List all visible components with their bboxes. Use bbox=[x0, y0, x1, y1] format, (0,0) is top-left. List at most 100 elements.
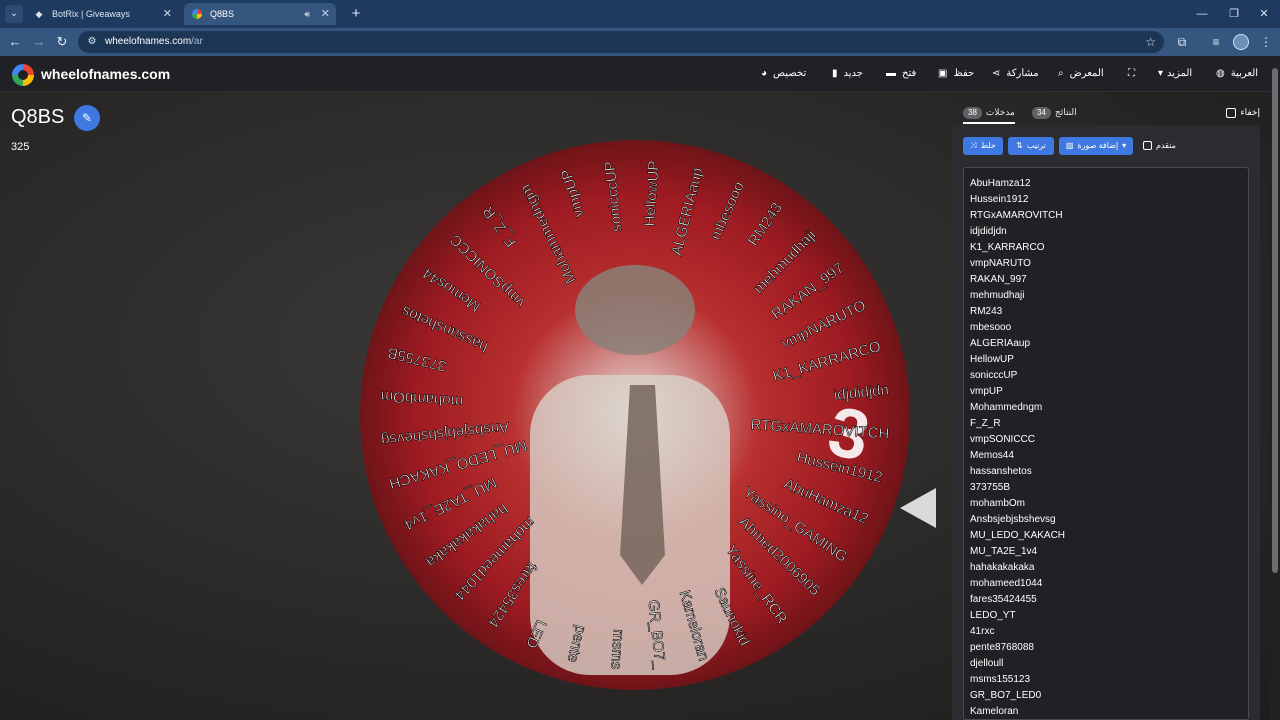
entry-line[interactable]: mohameed1044 bbox=[970, 576, 1242, 592]
tab-search-button[interactable]: ⌄ bbox=[5, 5, 23, 23]
entry-line[interactable]: Ansbsjebjsbshevsg bbox=[970, 512, 1242, 528]
entry-line[interactable]: Memos44 bbox=[970, 448, 1242, 464]
site-logo-text[interactable]: wheelofnames.com bbox=[41, 56, 170, 92]
pencil-icon: ✎ bbox=[81, 111, 93, 125]
entry-line[interactable]: F_Z_R bbox=[970, 416, 1242, 432]
back-arrow-icon[interactable]: ← bbox=[5, 32, 25, 52]
wheel[interactable]: 3 AbuHamza12 Yassino_GAMING Ahmed2006905 Ya… bbox=[355, 135, 915, 695]
search-icon: ⌕ bbox=[1058, 68, 1064, 79]
image-icon: ▨ bbox=[1065, 141, 1074, 150]
entry-line[interactable]: LEDO_YT bbox=[970, 608, 1242, 624]
entry-line[interactable]: GR_BO7_LED0 bbox=[970, 688, 1242, 704]
tab-entries[interactable]: 38 مدخلات bbox=[963, 104, 1015, 124]
entry-line[interactable]: RAKAN_997 bbox=[970, 272, 1242, 288]
botrix-favicon-icon: ◆ bbox=[35, 9, 43, 19]
entry-line[interactable]: RM243 bbox=[970, 304, 1242, 320]
entry-line[interactable]: K1_KARRARCO bbox=[970, 240, 1242, 256]
audio-playing-icon[interactable]: 🔊︎ bbox=[304, 3, 310, 25]
entries-textarea[interactable]: AbuHamza12 Hussein1912 RTGxAMAROVITCH idjdi… bbox=[963, 167, 1249, 720]
browser-menu-icon[interactable]: ⋮ bbox=[1256, 32, 1276, 52]
wheel-pointer bbox=[900, 488, 936, 528]
new-file-icon: ▮ bbox=[832, 68, 838, 79]
entry-line[interactable]: Mohammedngm bbox=[970, 400, 1242, 416]
close-tab-icon[interactable]: ✕ bbox=[163, 3, 172, 25]
wheel-count: 325 bbox=[11, 141, 30, 153]
entry-line[interactable]: vmpNARUTO bbox=[970, 256, 1242, 272]
entry-line[interactable]: MU_LEDO_KAKACH bbox=[970, 528, 1242, 544]
restore-icon[interactable]: ❐ bbox=[1218, 4, 1250, 24]
folder-icon: ▬ bbox=[886, 68, 896, 79]
entry-line[interactable]: mohambOm bbox=[970, 496, 1242, 512]
extensions-icon[interactable]: ⧉ bbox=[1172, 32, 1192, 52]
close-tab-icon[interactable]: ✕ bbox=[321, 3, 330, 25]
wheel-title[interactable]: Q8BS bbox=[11, 106, 64, 129]
language-button[interactable]: ◍ العربية bbox=[1216, 56, 1258, 92]
wheel-graphic[interactable]: 3 AbuHamza12Yassino_GAMINGAhmed2006905Ya… bbox=[355, 135, 915, 695]
entry-line[interactable]: djelloull bbox=[970, 656, 1242, 672]
shuffle-button[interactable]: ⤨ خلط bbox=[963, 137, 1003, 155]
reload-icon[interactable]: ↻ bbox=[52, 32, 72, 52]
add-image-button[interactable]: ▨ إضافة صورة ▾ bbox=[1059, 137, 1133, 155]
entry-line[interactable]: AbuHamza12 bbox=[970, 176, 1242, 192]
entry-line[interactable]: idjdidjdn bbox=[970, 224, 1242, 240]
entry-line[interactable]: HellowUP bbox=[970, 352, 1242, 368]
media-control-icon[interactable]: ≡ bbox=[1206, 32, 1226, 52]
customize-button[interactable]: ◕ تخصيص bbox=[761, 56, 806, 92]
url-text[interactable]: wheelofnames.com/ar bbox=[105, 31, 203, 53]
sort-button[interactable]: ⇅ ترتيب bbox=[1008, 137, 1054, 155]
entry-line[interactable]: hahakakakaka bbox=[970, 560, 1242, 576]
site-info-icon[interactable]: ⚙ bbox=[86, 36, 98, 48]
hide-checkbox[interactable] bbox=[1226, 107, 1237, 118]
advanced-checkbox[interactable] bbox=[1143, 141, 1152, 151]
entry-line[interactable]: mbesooo bbox=[970, 320, 1242, 336]
tab-title: Q8BS bbox=[210, 9, 235, 19]
page-scrollbar[interactable] bbox=[1270, 56, 1280, 720]
entry-line[interactable]: pente8768088 bbox=[970, 640, 1242, 656]
more-menu-button[interactable]: ▾ المزيد bbox=[1158, 56, 1192, 92]
entry-line[interactable]: Kameloran bbox=[970, 704, 1242, 719]
entry-line[interactable]: fares35424455 bbox=[970, 592, 1242, 608]
wheel-favicon-icon bbox=[192, 9, 202, 19]
entry-line[interactable]: ALGERIAaup bbox=[970, 336, 1242, 352]
save-button[interactable]: ▣ حفظ bbox=[938, 56, 974, 92]
wheel-segment-label: msms bbox=[607, 629, 627, 670]
entry-line[interactable]: mehmudhaji bbox=[970, 288, 1242, 304]
new-tab-button[interactable]: + bbox=[346, 4, 366, 24]
tab-results[interactable]: 34 النتائج bbox=[1032, 104, 1077, 120]
edit-title-button[interactable]: ✎ bbox=[74, 105, 100, 131]
entry-line[interactable]: RTGxAMAROVITCH bbox=[970, 208, 1242, 224]
share-button[interactable]: ⋖ مشاركة bbox=[992, 56, 1039, 92]
new-button[interactable]: ▮ جديد bbox=[832, 56, 863, 92]
entry-line[interactable]: vmpUP bbox=[970, 384, 1242, 400]
entries-panel-body: ⤨ خلط ⇅ ترتيب ▨ إضافة صورة ▾ متقدم AbuHamza1… bbox=[952, 125, 1260, 720]
entry-line[interactable]: Hussein1912 bbox=[970, 192, 1242, 208]
address-bar[interactable]: ⚙ wheelofnames.com/ar ☆ bbox=[78, 31, 1164, 53]
fullscreen-icon: ⛶ bbox=[1128, 68, 1135, 79]
entry-line[interactable]: vmpSONICCC bbox=[970, 432, 1242, 448]
entry-line[interactable]: hassanshetos bbox=[970, 464, 1242, 480]
gallery-button[interactable]: ⌕ المعرض bbox=[1058, 56, 1104, 92]
close-window-icon[interactable]: ✕ bbox=[1248, 4, 1280, 24]
profile-avatar[interactable] bbox=[1233, 34, 1249, 50]
entry-line[interactable]: msms155123 bbox=[970, 672, 1242, 688]
browser-tab-q8bs[interactable]: Q8BS 🔊︎ ✕ bbox=[184, 3, 336, 25]
bookmark-star-icon[interactable]: ☆ bbox=[1145, 31, 1156, 53]
advanced-toggle[interactable]: متقدم bbox=[1143, 141, 1176, 151]
entry-line[interactable]: MU_TA2E_1v4 bbox=[970, 544, 1242, 560]
scrollbar-thumb[interactable] bbox=[1272, 68, 1278, 573]
wheelofnames-logo-icon[interactable] bbox=[12, 64, 34, 86]
shuffle-icon: ⤨ bbox=[970, 141, 977, 150]
entry-line[interactable]: sonicccUP bbox=[970, 368, 1242, 384]
entry-line[interactable]: 41rxc bbox=[970, 624, 1242, 640]
tab-title: BotRix | Giveaways bbox=[52, 9, 130, 19]
entry-line[interactable]: 373755B bbox=[970, 480, 1242, 496]
browser-tab-strip: ⌄ ◆ BotRix | Giveaways ✕ Q8BS 🔊︎ ✕ + — ❐… bbox=[0, 0, 1280, 28]
browser-tab-botrix[interactable]: ◆ BotRix | Giveaways ✕ bbox=[26, 3, 178, 25]
forward-arrow-icon[interactable]: → bbox=[29, 32, 49, 52]
minimize-icon[interactable]: — bbox=[1186, 4, 1218, 24]
sort-icon: ⇅ bbox=[1016, 141, 1023, 150]
fullscreen-button[interactable]: ⛶ bbox=[1128, 56, 1135, 92]
open-button[interactable]: ▬ فتح bbox=[886, 56, 916, 92]
hide-toggle[interactable]: إخفاء bbox=[1226, 106, 1260, 118]
entries-panel: 38 مدخلات 34 النتائج إخفاء ⤨ خلط ⇅ ترتيب ▨ إض… bbox=[952, 98, 1260, 720]
